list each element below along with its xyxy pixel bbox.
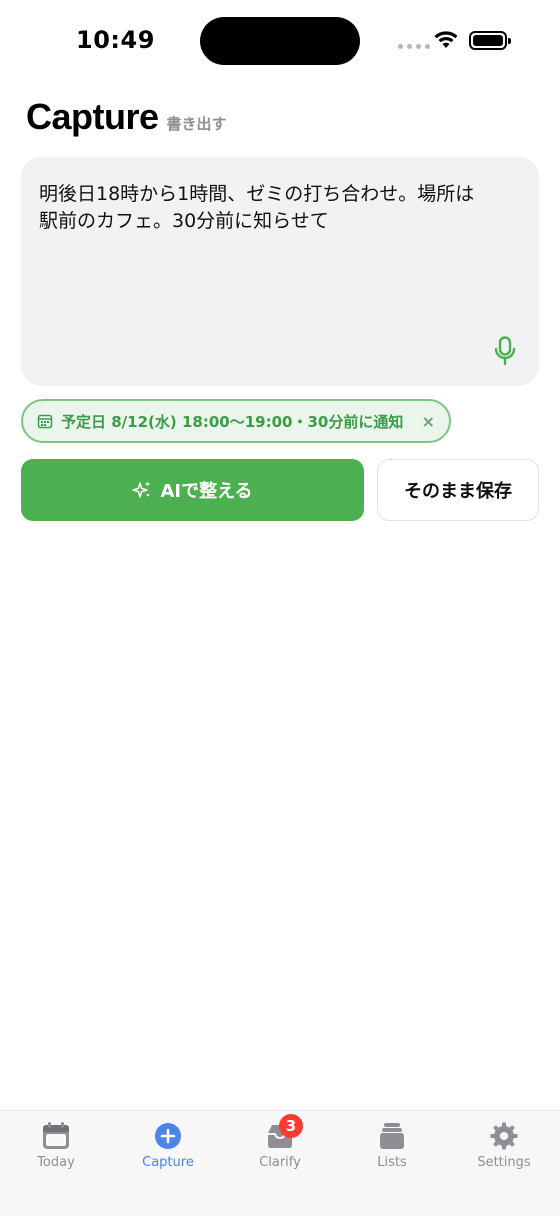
schedule-chip-label: 予定日 8/12(水) 18:00〜19:00・30分前に通知 — [61, 412, 404, 431]
capture-text-area[interactable]: 明後日18時から1時間、ゼミの打ち合わせ。場所は 駅前のカフェ。30分前に知らせ… — [21, 157, 539, 386]
chip-close-icon[interactable]: × — [422, 412, 435, 431]
status-time: 10:49 — [76, 26, 155, 54]
plus-circle-icon — [155, 1123, 181, 1149]
clarify-badge: 3 — [279, 1114, 303, 1138]
tab-today[interactable]: Today — [11, 1121, 101, 1170]
page-header: Capture 書き出す — [26, 96, 227, 138]
save-as-is-button[interactable]: そのまま保存 — [377, 459, 539, 521]
dynamic-island — [200, 17, 360, 65]
capture-screen: 10:49 Capture 書き出す 明後日18時から1時間、ゼミの打ち合わせ。… — [0, 0, 560, 1216]
cellular-signal-icon — [398, 44, 430, 49]
tab-today-label: Today — [37, 1155, 75, 1170]
gear-icon — [490, 1122, 518, 1150]
tab-capture[interactable]: Capture — [123, 1121, 213, 1170]
status-bar: 10:49 — [0, 0, 560, 80]
calendar-icon — [43, 1122, 69, 1149]
tab-lists-label: Lists — [377, 1155, 407, 1170]
stack-icon — [380, 1123, 404, 1149]
tab-settings-label: Settings — [477, 1155, 531, 1170]
tab-capture-label: Capture — [142, 1155, 194, 1170]
ai-format-button[interactable]: AIで整える — [21, 459, 364, 521]
wifi-icon — [434, 31, 458, 48]
sparkles-icon — [132, 481, 151, 498]
microphone-icon[interactable] — [493, 336, 517, 366]
calendar-icon — [37, 414, 53, 429]
schedule-chip[interactable]: 予定日 8/12(水) 18:00〜19:00・30分前に通知 × — [21, 399, 451, 443]
tab-lists[interactable]: Lists — [347, 1121, 437, 1170]
ai-format-label: AIで整える — [160, 481, 253, 502]
tab-settings[interactable]: Settings — [459, 1121, 549, 1170]
battery-icon — [469, 31, 511, 50]
page-subtitle: 書き出す — [166, 115, 227, 133]
tab-clarify-label: Clarify — [259, 1155, 301, 1170]
capture-text[interactable]: 明後日18時から1時間、ゼミの打ち合わせ。場所は 駅前のカフェ。30分前に知らせ… — [39, 181, 521, 235]
page-title: Capture — [26, 96, 159, 137]
